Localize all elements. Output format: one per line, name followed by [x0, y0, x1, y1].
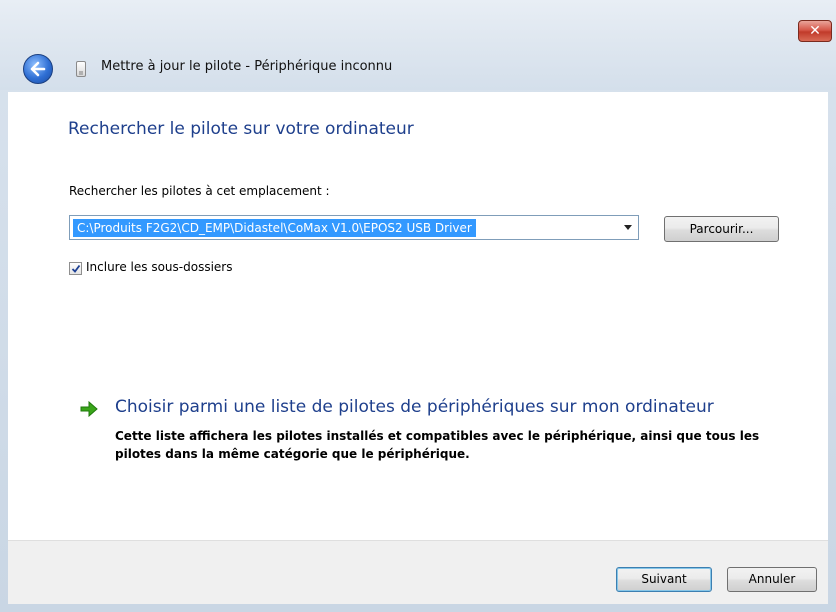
close-icon: ✕ [809, 23, 821, 39]
device-icon [76, 61, 86, 77]
close-button[interactable]: ✕ [798, 20, 832, 42]
window-title: Mettre à jour le pilote - Périphérique i… [101, 59, 393, 74]
cancel-button[interactable]: Annuler [727, 567, 817, 592]
back-arrow-icon [30, 61, 46, 77]
choose-from-list-title[interactable]: Choisir parmi une liste de pilotes de pé… [115, 397, 714, 417]
browse-button-label: Parcourir... [689, 222, 754, 236]
checkmark-icon [71, 264, 81, 273]
window-frame: ✕ Mettre à jour le pilote - Périphérique… [0, 0, 836, 612]
location-combobox[interactable]: C:\Produits F2G2\CD_EMP\Didastel\CoMax V… [69, 215, 639, 240]
title-bar: ✕ Mettre à jour le pilote - Périphérique… [0, 0, 836, 90]
wizard-footer: Suivant Annuler [8, 540, 828, 604]
page-heading: Rechercher le pilote sur votre ordinateu… [68, 119, 414, 139]
chevron-down-icon[interactable] [624, 225, 632, 230]
next-button[interactable]: Suivant [616, 567, 712, 592]
next-button-label: Suivant [641, 572, 687, 586]
wizard-content: Rechercher le pilote sur votre ordinateu… [8, 92, 828, 540]
browse-button[interactable]: Parcourir... [664, 216, 779, 242]
include-subfolders-label[interactable]: Inclure les sous-dossiers [86, 260, 232, 274]
include-subfolders-checkbox[interactable] [69, 262, 82, 275]
choose-from-list-description: Cette liste affichera les pilotes instal… [115, 429, 760, 461]
location-label: Rechercher les pilotes à cet emplacement… [69, 184, 330, 198]
green-arrow-icon [80, 401, 98, 417]
cancel-button-label: Annuler [748, 572, 796, 586]
back-button[interactable] [23, 54, 53, 84]
location-input[interactable]: C:\Produits F2G2\CD_EMP\Didastel\CoMax V… [73, 219, 476, 237]
